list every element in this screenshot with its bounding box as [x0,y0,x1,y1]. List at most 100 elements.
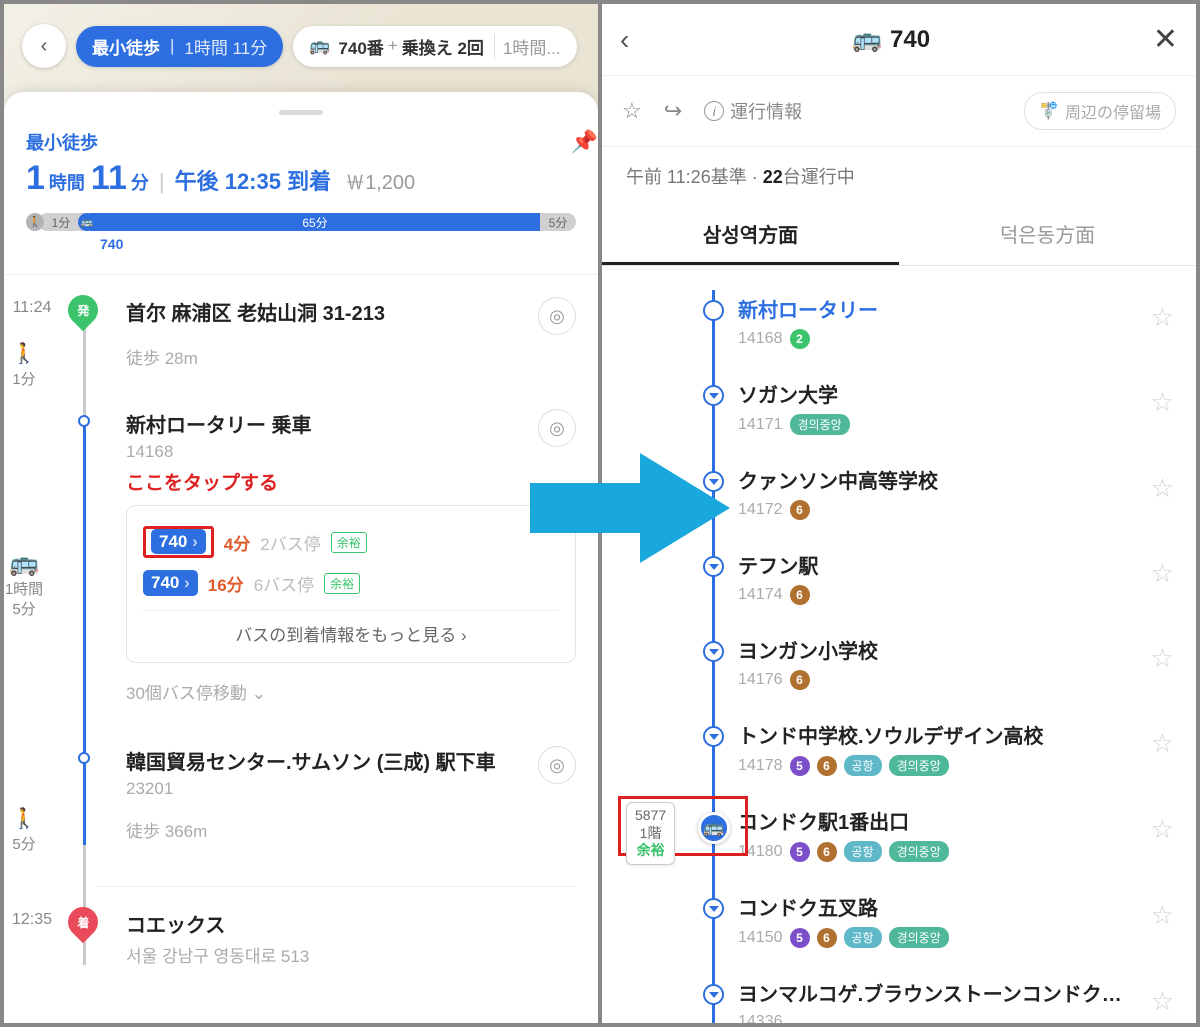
header: ‹ 🚌740 ✕ [602,4,1196,76]
timeline: 11:24 発 ◎ 首尔 麻浦区 老姑山洞 31-213 徒歩 28m 🚶1分 … [4,297,598,989]
star-icon[interactable]: ☆ [1151,473,1174,504]
tl-start: 11:24 発 ◎ 首尔 麻浦区 老姑山洞 31-213 徒歩 28m 🚶1分 [96,297,576,391]
stop-item[interactable]: ☆ ヨンガン小学校 141766 [602,625,1196,710]
tl-dest: 12:35 着 コエックス 서울 강남구 영동대로 513 [96,909,576,989]
route-header: 📌 最小徒歩 1 時間 11 分 | 午後 12:35 到着 ￦1,200 🚶 … [4,129,598,252]
tl-board: ◎ 新村ロータリー 乗車 14168 ここをタップする 740 4分 2バス停 … [96,409,576,742]
star-icon[interactable]: ☆ [1151,986,1174,1017]
star-icon[interactable]: ☆ [1151,302,1174,333]
direction-tabs: 삼성역方面 덕은동方面 [602,205,1196,266]
bus-icon: 🚌 [852,25,882,54]
stop-item[interactable]: ☆ トンド中学校.ソウルデザイン高校 1417856공항경의중앙 [602,710,1196,796]
route-title: 最小徒歩 [26,129,576,155]
stop-name: 新村ロータリー [738,294,1176,323]
stop-name: コンドク五叉路 [738,892,1176,921]
annotation-red-text: ここをタップする [126,468,576,495]
back-button[interactable]: ‹ [620,24,629,56]
nearby-stops-button[interactable]: 🚏周辺の停留場 [1024,92,1176,130]
line-badge: 6 [817,928,837,948]
live-bus-tooltip: 58771階余裕 [626,802,675,865]
stop-meta: 14168 2 [738,329,1176,349]
line-tag: 경의중앙 [889,755,949,776]
header-title: 🚌740 [852,25,930,54]
line-tag: 경의중앙 [889,927,949,948]
stop-meta: 14176 6 [738,670,1176,690]
stop-item[interactable]: 58771階余裕 🚌 ☆ コンドク駅1番出口 1418056공항경의중앙 [602,796,1196,882]
top-pill-row: ‹ 最小徒歩 | 1時間 11分 🚌 740番 + 乗換え 2回 1時間... [22,24,577,68]
start-pin-icon: 発 [62,289,104,331]
stop-id: 14178 [738,757,783,775]
line-tag: 공항 [844,755,882,776]
stop-id: 14172 [738,501,783,519]
sheet-handle[interactable] [279,110,323,115]
annotation-arrow [530,448,730,568]
stop-id: 14150 [738,929,783,947]
stop-dot-icon [78,415,90,427]
bus-icon: 🚌 [309,36,330,56]
line-tag: 공항 [844,927,882,948]
share-icon[interactable]: ↪ [664,98,682,124]
line-badge: 5 [790,842,810,862]
pin-icon[interactable]: 📌 [571,129,598,155]
stop-meta: 14171경의중앙 [738,414,1176,435]
bus-row-1[interactable]: 740 4分 2バス停 余裕 [143,520,559,564]
stops-expand[interactable]: 30個バス停移動 ⌄ [126,679,576,704]
star-icon[interactable]: ☆ [1151,728,1174,759]
stop-id: 14336 [738,1013,783,1023]
bus-row-2[interactable]: 740 16分 6バス停 余裕 [143,564,559,602]
star-icon[interactable]: ☆ [622,98,642,124]
star-icon[interactable]: ☆ [1151,643,1174,674]
stop-dot-icon [703,984,724,1005]
stop-id: 14168 [738,330,783,348]
line-badge: 6 [790,585,810,605]
line-badge: 6 [817,756,837,776]
bus-stop-icon: 🚏 [1039,101,1059,121]
location-button[interactable]: ◎ [538,409,576,447]
stop-meta: 14336 [738,1013,1176,1023]
line-badge: 5 [790,756,810,776]
tab-direction-2[interactable]: 덕은동方面 [899,205,1196,265]
info-icon: i [704,101,724,121]
info-button[interactable]: i運行情報 [704,98,802,124]
card-more-button[interactable]: バスの到着情報をもっと見る › [143,610,559,648]
star-icon[interactable]: ☆ [1151,558,1174,589]
stop-id: 14176 [738,671,783,689]
location-button[interactable]: ◎ [538,297,576,335]
stop-item[interactable]: ☆ ソガン大学 14171경의중앙 [602,369,1196,455]
star-icon[interactable]: ☆ [1151,814,1174,845]
pill-sub: 1時間 11分 [184,34,267,59]
stop-item[interactable]: ☆ ヨンマルコゲ.ブラウンストーンコンドク… 14336 [602,968,1196,1023]
annotation-red-box: 740 [143,526,214,558]
close-button[interactable]: ✕ [1153,22,1178,57]
live-bus-icon: 🚌 [698,812,730,844]
stop-name: ソガン大学 [738,379,1176,408]
stop-meta: 1415056공항경의중앙 [738,927,1176,948]
walk-icon: 🚶5分 [4,806,44,854]
line-badge: 6 [790,500,810,520]
arrival-card: 740 4分 2バス停 余裕 740 16分 6バス停 余裕 [126,505,576,663]
route-pill-minwalk[interactable]: 最小徒歩 | 1時間 11分 [76,26,283,67]
line-tag: 경의중앙 [790,414,850,435]
star-icon[interactable]: ☆ [1151,387,1174,418]
stop-name: ヨンマルコゲ.ブラウンストーンコンドク… [738,978,1176,1007]
tl-off: ◎ 韓国貿易センター.サムソン (三成) 駅下車 23201 徒歩 366m 🚶… [96,746,576,864]
location-button[interactable]: ◎ [538,746,576,784]
back-button[interactable]: ‹ [22,24,66,68]
stop-name: クァンソン中高等学校 [738,465,1176,494]
stop-list[interactable]: ☆ 新村ロータリー 14168 2 ☆ ソガン大学 14171경의중앙 ☆ クァン… [602,266,1196,1023]
route-time-row: 1 時間 11 分 | 午後 12:35 到着 ￦1,200 [26,159,576,198]
line-badge: 6 [790,670,810,690]
line-tag: 경의중앙 [889,841,949,862]
stop-dot-icon [703,726,724,747]
stop-item[interactable]: ☆ 新村ロータリー 14168 2 [602,284,1196,369]
stop-name: コンドク駅1番出口 [738,806,1176,835]
stop-dot-icon [703,898,724,919]
stop-dot-icon [703,385,724,406]
end-pin-icon: 着 [62,901,104,943]
route-pill-740[interactable]: 🚌 740番 + 乗換え 2回 1時間... [293,26,576,67]
line-badge: 2 [790,329,810,349]
line-badge: 6 [817,842,837,862]
tab-direction-1[interactable]: 삼성역方面 [602,205,899,265]
stop-item[interactable]: ☆ コンドク五叉路 1415056공항경의중앙 [602,882,1196,968]
star-icon[interactable]: ☆ [1151,900,1174,931]
